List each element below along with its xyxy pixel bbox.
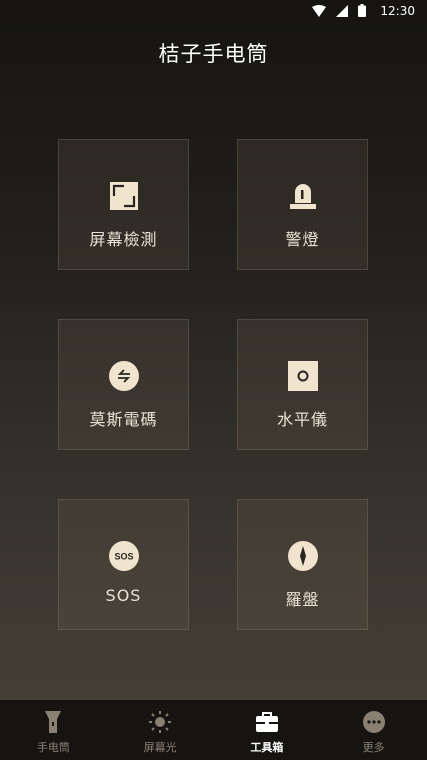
tile-label: SOS: [105, 586, 142, 605]
tile-sos[interactable]: SOS SOS: [58, 499, 189, 630]
compass-icon: [287, 540, 319, 572]
sun-icon: [148, 710, 172, 734]
screen-frame-icon: [108, 180, 140, 212]
tab-label: 手电筒: [36, 741, 70, 754]
app-title: 桔子手电筒: [158, 42, 269, 66]
siren-icon: [287, 180, 319, 212]
tab-toolbox[interactable]: 工具箱: [214, 700, 321, 760]
tile-label: 莫斯電碼: [89, 410, 158, 429]
tab-label: 工具箱: [250, 741, 284, 754]
sos-icon-text: SOS: [114, 552, 133, 562]
toolbox-icon: [255, 710, 279, 734]
flashlight-icon: [41, 710, 65, 734]
more-icon: [362, 710, 386, 734]
tile-label: 警燈: [285, 230, 320, 249]
tile-label: 水平儀: [276, 410, 328, 429]
signal-icon: [336, 2, 349, 21]
tile-spirit-level[interactable]: 水平儀: [237, 319, 368, 450]
wifi-icon: [312, 2, 327, 21]
tab-label: 更多: [362, 741, 385, 754]
tab-more[interactable]: 更多: [320, 700, 427, 760]
tile-warning-light[interactable]: 警燈: [237, 139, 368, 270]
tile-label: 羅盤: [285, 590, 320, 609]
tile-screen-test[interactable]: 屏幕檢測: [58, 139, 189, 270]
swap-arrows-icon: [108, 360, 140, 392]
tab-screen-light[interactable]: 屏幕光: [107, 700, 214, 760]
status-bar: 12:30: [0, 0, 427, 22]
tile-compass[interactable]: 羅盤: [237, 499, 368, 630]
sos-icon: SOS: [108, 540, 140, 572]
tile-label: 屏幕檢測: [89, 230, 158, 249]
tile-morse-code[interactable]: 莫斯電碼: [58, 319, 189, 450]
bottom-tab-bar: 手电筒 屏幕光 工具箱 更多: [0, 700, 427, 760]
battery-icon: [358, 2, 367, 21]
tab-flashlight[interactable]: 手电筒: [0, 700, 107, 760]
tab-label: 屏幕光: [143, 741, 177, 754]
level-icon: [287, 360, 319, 392]
status-time: 12:30: [380, 4, 415, 18]
